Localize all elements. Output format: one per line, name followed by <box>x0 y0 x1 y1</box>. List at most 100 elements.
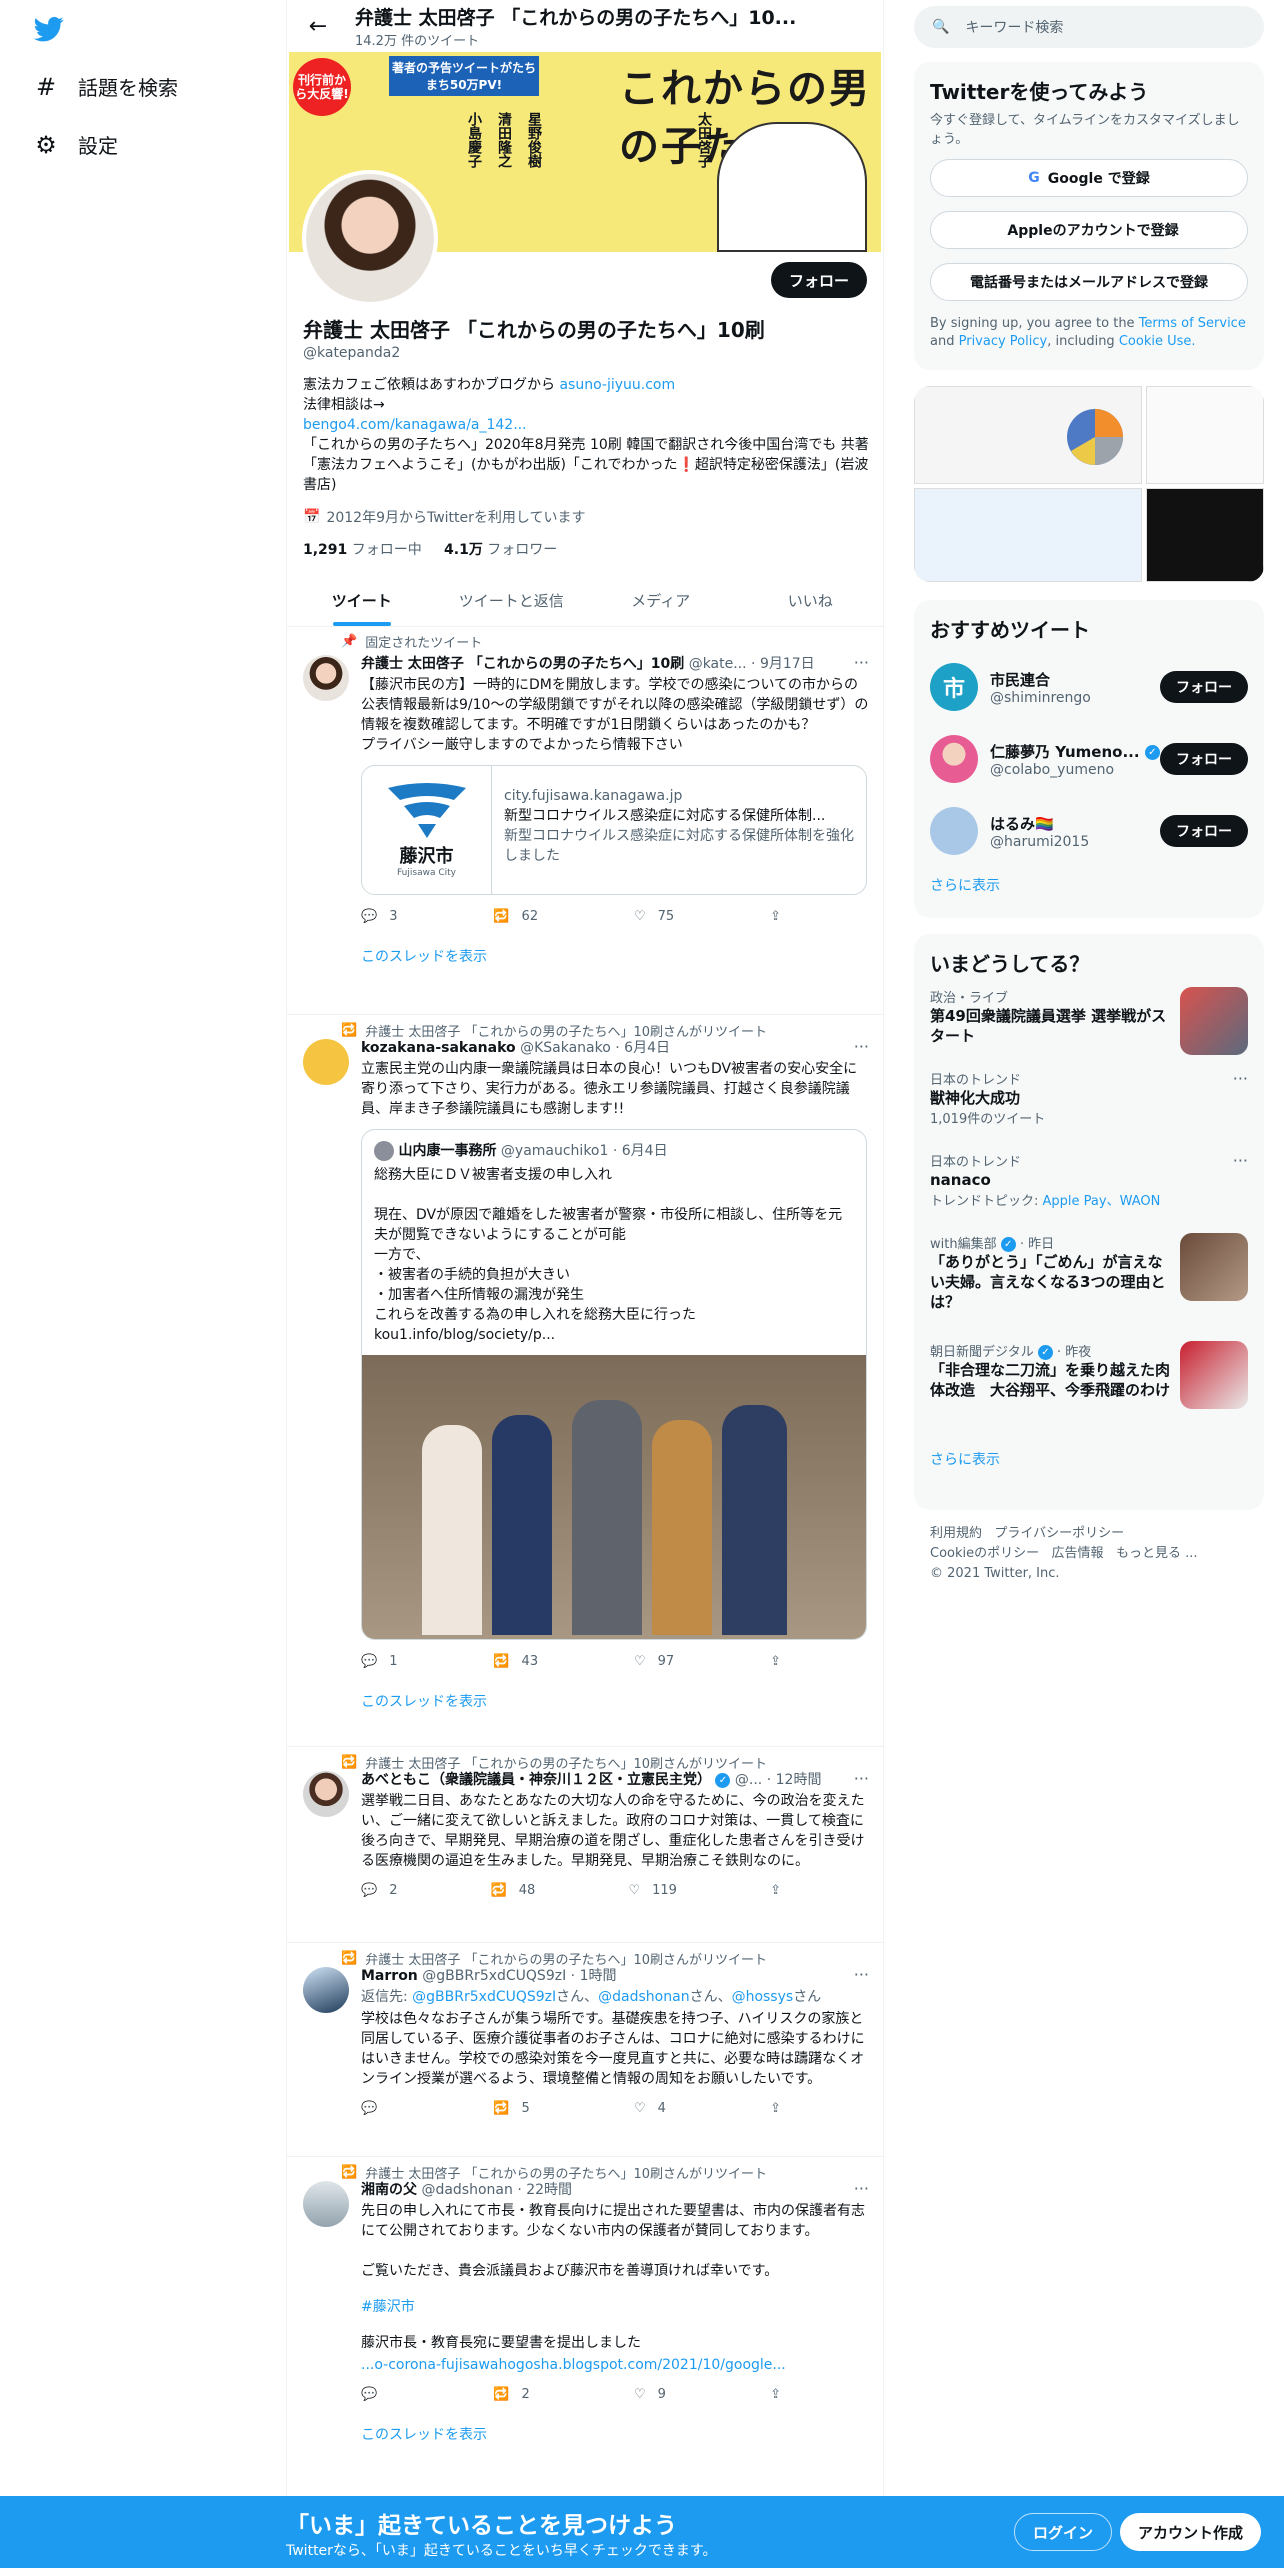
share-button[interactable]: ⇪ <box>770 1883 781 1898</box>
footer-link[interactable]: 広告情報 <box>1052 1546 1104 1561</box>
back-arrow-icon[interactable]: ← <box>301 9 335 43</box>
footer-link[interactable]: 利用規約 <box>930 1526 982 1541</box>
trend-item[interactable]: with編集部 ✓ · 昨日 「ありがとう」「ごめん」が言えない夫婦。言えなくな… <box>914 1233 1264 1341</box>
google-signup-button[interactable]: G Google で登録 <box>930 159 1248 197</box>
rec-item[interactable]: 仁藤夢乃 Yumeno... ✓ @colabo_yumeno フォロー <box>914 723 1264 795</box>
share-button[interactable]: ⇪ <box>770 1654 781 1669</box>
trends-show-more[interactable]: さらに表示 <box>914 1449 1264 1469</box>
tweet[interactable]: 🔁 弁護士 太田啓子 「これからの男の子たちへ」10刷さんがリツイート ··· M… <box>287 1943 885 2157</box>
like-button[interactable]: ♡ 119 <box>628 1883 676 1898</box>
followers-link[interactable]: 4.1万 フォロワー <box>444 542 557 558</box>
tweet-handle[interactable]: @KSakanako <box>520 1040 611 1056</box>
following-link[interactable]: 1,291 フォロー中 <box>303 542 422 558</box>
retweet-button[interactable]: 🔁 48 <box>491 1883 536 1898</box>
media-thumb[interactable] <box>1146 488 1264 582</box>
share-button[interactable]: ⇪ <box>770 2387 781 2402</box>
tab-tweets[interactable]: ツイート <box>287 575 437 626</box>
profile-avatar[interactable] <box>302 170 438 306</box>
quote-tweet[interactable]: 山内康一事務所 @yamauchiko1 · 6月4日 総務大臣にＤＶ被害者支援… <box>361 1129 867 1640</box>
tweet-avatar[interactable] <box>303 1967 349 2013</box>
retweet-button[interactable]: 🔁 2 <box>493 2387 529 2402</box>
tweet-time[interactable]: 12時間 <box>776 1772 822 1788</box>
link-card[interactable]: 藤沢市 Fujisawa City city.fujisawa.kanagawa… <box>361 765 867 895</box>
trend-item[interactable]: 日本のトレンド 獣神化大成功 1,019件のツイート ··· <box>914 1069 1264 1151</box>
retweet-button[interactable]: 🔁 5 <box>493 2101 529 2116</box>
tab-tweets-replies[interactable]: ツイートと返信 <box>437 575 587 626</box>
privacy-link[interactable]: Privacy Policy <box>959 334 1048 349</box>
trend-topic-links[interactable]: Apple Pay、WAON <box>1043 1194 1161 1209</box>
bio-link[interactable]: asuno-jiyuu.com <box>559 377 675 393</box>
nav-settings[interactable]: ⚙ 設定 <box>34 130 118 159</box>
more-icon[interactable]: ··· <box>1233 1069 1248 1088</box>
footer-link[interactable]: Cookieのポリシー <box>930 1546 1039 1561</box>
tweet-avatar[interactable] <box>303 1039 349 1085</box>
reply-button[interactable]: 💬 <box>361 2387 389 2402</box>
rec-follow-button[interactable]: フォロー <box>1160 815 1248 847</box>
rec-item[interactable]: 市 市民連合 @shiminrengo フォロー <box>914 651 1264 723</box>
reply-button[interactable]: 💬 2 <box>361 1883 397 1898</box>
reply-mention[interactable]: @gBBRr5xdCUQS9zI <box>412 1989 556 2005</box>
media-thumb[interactable] <box>914 488 1142 582</box>
trend-item[interactable]: 日本のトレンド nanaco トレンドトピック: Apple Pay、WAON … <box>914 1151 1264 1233</box>
tweet-author[interactable]: Marron <box>361 1968 418 1984</box>
reply-button[interactable]: 💬 3 <box>361 909 397 924</box>
media-grid[interactable] <box>914 386 1264 582</box>
rec-follow-button[interactable]: フォロー <box>1160 743 1248 775</box>
tweet[interactable]: 🔁 弁護士 太田啓子 「これからの男の子たちへ」10刷さんがリツイート ··· あ… <box>287 1747 885 1943</box>
rec-show-more[interactable]: さらに表示 <box>914 867 1264 903</box>
tweet-handle[interactable]: @gBBRr5xdCUQS9zI <box>422 1968 566 1984</box>
twitter-logo-icon[interactable] <box>32 14 66 44</box>
tweet-handle[interactable]: @kate... <box>689 656 747 672</box>
phone-signup-button[interactable]: 電話番号またはメールアドレスで登録 <box>930 263 1248 301</box>
like-button[interactable]: ♡ 97 <box>634 1654 674 1669</box>
search-box[interactable]: 🔍 キーワード検索 <box>914 6 1264 48</box>
terms-link[interactable]: Terms of Service <box>1139 316 1246 331</box>
share-button[interactable]: ⇪ <box>770 909 781 924</box>
tweet[interactable]: 📌 固定されたツイート ··· 弁護士 太田啓子 「これからの男の子たちへ」10… <box>287 627 885 1015</box>
follow-button[interactable]: フォロー <box>770 262 867 298</box>
footer-link[interactable]: もっと見る ... <box>1116 1546 1198 1561</box>
like-button[interactable]: ♡ 4 <box>634 2101 666 2116</box>
hashtag-link[interactable]: #藤沢市 <box>361 2299 415 2315</box>
media-thumb[interactable] <box>914 386 1142 484</box>
apple-signup-button[interactable]: Appleのアカウントで登録 <box>930 211 1248 249</box>
cookie-link[interactable]: Cookie Use. <box>1119 334 1196 349</box>
media-thumb[interactable] <box>1146 386 1264 484</box>
tweet-author[interactable]: 湘南の父 <box>361 2182 417 2198</box>
reply-mention[interactable]: @dadshonan <box>598 1989 689 2005</box>
like-button[interactable]: ♡ 75 <box>634 909 674 924</box>
tweet[interactable]: 🔁 弁護士 太田啓子 「これからの男の子たちへ」10刷さんがリツイート ··· 湘… <box>287 2157 885 2500</box>
reply-button[interactable]: 💬 1 <box>361 1654 397 1669</box>
show-thread-link[interactable]: このスレッドを表示 <box>361 946 871 966</box>
bio-link[interactable]: bengo4.com/kanagawa/a_142... <box>303 417 527 433</box>
more-icon[interactable]: ··· <box>1233 1151 1248 1170</box>
quote-photo[interactable] <box>362 1355 866 1639</box>
tweet-time[interactable]: 1時間 <box>580 1968 617 1984</box>
reply-button[interactable]: 💬 <box>361 2101 389 2116</box>
search-input[interactable]: キーワード検索 <box>965 17 1063 37</box>
tweet-avatar[interactable] <box>303 2181 349 2227</box>
trend-item[interactable]: 政治・ライブ 第49回衆議院議員選挙 選挙戦がスタート <box>914 987 1264 1069</box>
tab-likes[interactable]: いいね <box>736 575 886 626</box>
reply-mention[interactable]: @hossys <box>732 1989 794 2005</box>
tweet-author[interactable]: 弁護士 太田啓子 「これからの男の子たちへ」10刷 <box>361 656 684 672</box>
show-thread-link[interactable]: このスレッドを表示 <box>361 1691 871 1711</box>
tweet-handle[interactable]: @dadshonan <box>421 2182 512 2198</box>
tweet-author[interactable]: kozakana-sakanako <box>361 1040 516 1056</box>
tweet-avatar[interactable] <box>303 655 349 701</box>
share-button[interactable]: ⇪ <box>770 2101 781 2116</box>
tweet-author[interactable]: あべともこ（衆議院議員・神奈川１２区・立憲民主党） <box>361 1772 711 1788</box>
rec-follow-button[interactable]: フォロー <box>1160 671 1248 703</box>
retweet-button[interactable]: 🔁 43 <box>493 1654 538 1669</box>
tweet-time[interactable]: 6月4日 <box>624 1040 670 1056</box>
tweet-avatar[interactable] <box>303 1771 349 1817</box>
tweet-time[interactable]: 22時間 <box>526 2182 572 2198</box>
tab-media[interactable]: メディア <box>586 575 736 626</box>
show-thread-link[interactable]: このスレッドを表示 <box>361 2424 871 2444</box>
footer-link[interactable]: プライバシーポリシー <box>994 1526 1124 1541</box>
signup-button[interactable]: アカウント作成 <box>1120 2513 1262 2551</box>
like-button[interactable]: ♡ 9 <box>634 2387 666 2402</box>
tweet-time[interactable]: 9月17日 <box>760 656 815 672</box>
trend-item[interactable]: 朝日新聞デジタル ✓ · 昨夜 「非合理な二刀流」を乗り越えた肉体改造 大谷翔平… <box>914 1341 1264 1449</box>
retweet-button[interactable]: 🔁 62 <box>493 909 538 924</box>
